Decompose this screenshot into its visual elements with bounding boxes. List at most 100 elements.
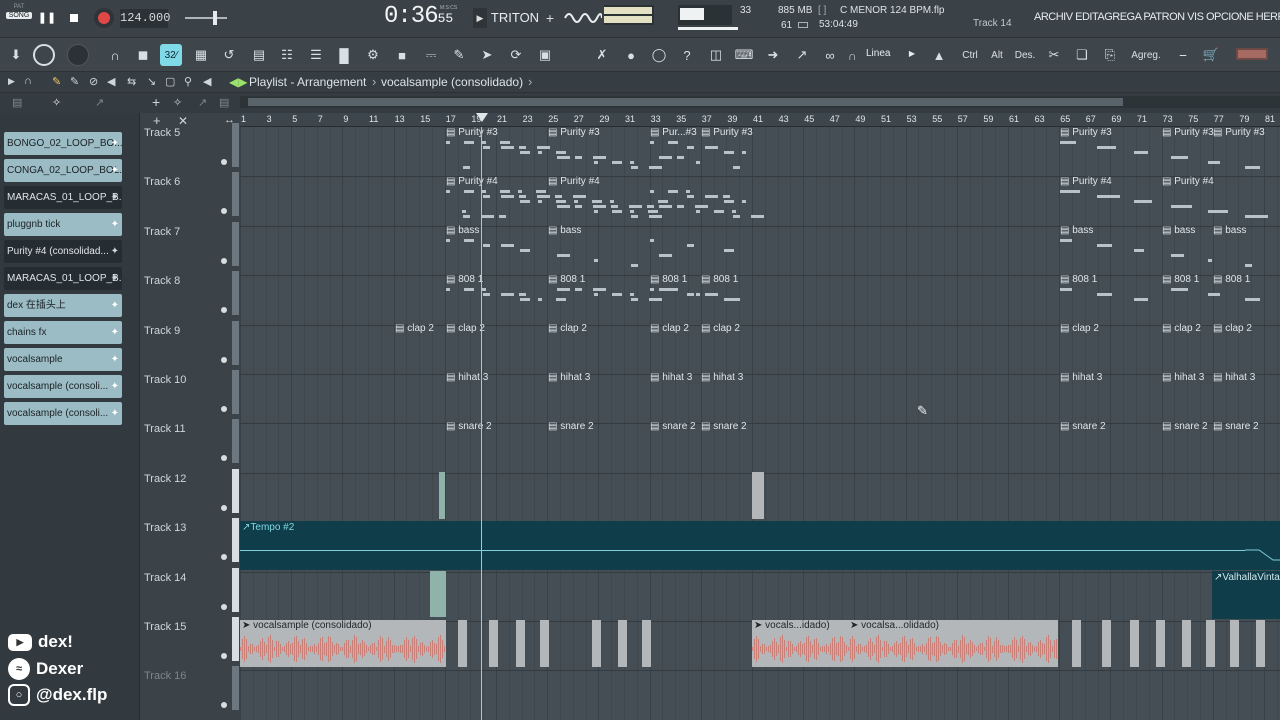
plugin-prev-arrow[interactable]: ▶ bbox=[473, 8, 487, 28]
playhead-marker[interactable] bbox=[476, 113, 488, 122]
stop-button[interactable] bbox=[64, 9, 84, 27]
clip-snare[interactable]: ▤ snare 2 bbox=[1060, 421, 1106, 434]
clip-purity3[interactable]: ▤ Purity #3 bbox=[701, 127, 753, 140]
track-color-bar[interactable] bbox=[232, 221, 239, 266]
cut-icon[interactable]: ✂ bbox=[1043, 44, 1065, 66]
track-header[interactable]: Track 15 bbox=[144, 617, 239, 661]
current-pattern-name[interactable]: vocalsample (consolidado) bbox=[381, 75, 523, 89]
audio-clip-small[interactable] bbox=[439, 472, 445, 519]
snap-select[interactable]: Linea ▶ bbox=[862, 44, 918, 64]
slider-handle[interactable] bbox=[213, 11, 217, 25]
pattern-icon[interactable]: ▤ bbox=[219, 96, 229, 109]
picker-tab-audio[interactable]: ✧ bbox=[52, 96, 72, 110]
clip-808[interactable]: ▤ 808 1 bbox=[1162, 274, 1199, 287]
tempo-automation-clip[interactable]: ↗Tempo #2 bbox=[240, 521, 1280, 570]
slice-tool-icon[interactable]: ↘ bbox=[147, 75, 156, 88]
clip-808[interactable]: ▤ 808 1 bbox=[1213, 274, 1250, 287]
vocal-slice-clip[interactable] bbox=[1102, 620, 1111, 667]
delete-tool-icon[interactable]: ⊘ bbox=[89, 75, 98, 88]
keyboard-icon[interactable]: ⌨ bbox=[733, 44, 755, 66]
track-color-bar[interactable] bbox=[232, 567, 239, 612]
vocal-slice-clip[interactable] bbox=[592, 620, 601, 667]
clip-808[interactable]: ▤ 808 1 bbox=[650, 274, 687, 287]
knob-icon[interactable] bbox=[67, 44, 89, 66]
record-button[interactable] bbox=[94, 8, 114, 28]
add-icon[interactable]: + bbox=[152, 94, 160, 110]
arrow-right-icon[interactable]: ➜ bbox=[762, 44, 784, 66]
wave-step-icon[interactable]: ∩ bbox=[104, 44, 126, 66]
channel-item[interactable]: pluggnb tick ✦ bbox=[4, 213, 122, 236]
channel-item[interactable]: vocalsample (consoli... ✦ bbox=[4, 402, 122, 425]
window-icon[interactable]: ◫ bbox=[705, 44, 727, 66]
mixer-icon[interactable]: █ bbox=[333, 44, 355, 66]
clip-purity3[interactable]: ▤ Purity #3 bbox=[1213, 127, 1265, 140]
track-header[interactable]: Track 7 bbox=[144, 221, 239, 266]
clip-purity3[interactable]: ▤ Purity #3 bbox=[1162, 127, 1214, 140]
vocal-slice-clip[interactable] bbox=[1256, 620, 1265, 667]
track-color-bar[interactable] bbox=[232, 666, 239, 711]
metronome-dial-icon[interactable] bbox=[33, 44, 55, 66]
picker-tab-patterns[interactable]: ▤ bbox=[12, 96, 30, 110]
clip-purity3[interactable]: ▤ Purity #3 bbox=[548, 127, 600, 140]
clip-808[interactable]: ▤ 808 1 bbox=[1060, 274, 1097, 287]
tools-icon[interactable]: ✗ bbox=[591, 44, 613, 66]
plugin-name[interactable]: TRITON bbox=[490, 8, 540, 28]
playlist-toggle-icon[interactable]: ◀▶ bbox=[229, 75, 247, 89]
picker-tab-automation[interactable]: ↗ bbox=[95, 96, 113, 110]
clip-808[interactable]: ▤ 808 1 bbox=[548, 274, 585, 287]
track-mute-led[interactable] bbox=[221, 653, 227, 659]
channel-item[interactable]: vocalsample ✦ bbox=[4, 348, 122, 371]
track-mute-led[interactable] bbox=[221, 208, 227, 215]
clip-bass[interactable]: ▤ bass bbox=[1162, 225, 1195, 238]
channel-item[interactable]: chains fx ✦ bbox=[4, 321, 122, 344]
clip-snare[interactable]: ▤ snare 2 bbox=[446, 421, 492, 434]
fish-icon[interactable]: ➤ bbox=[476, 44, 498, 66]
time-display[interactable]: 0:3655 M:S:CS bbox=[384, 3, 464, 33]
clip-clap[interactable]: ▤ clap 2 bbox=[701, 323, 740, 336]
copy-icon[interactable]: ❏ bbox=[1071, 44, 1093, 66]
clip-clap[interactable]: ▤ clap 2 bbox=[548, 323, 587, 336]
paste-icon[interactable]: ⎘ bbox=[1099, 44, 1121, 66]
vocal-slice-clip[interactable] bbox=[1182, 620, 1191, 667]
track-color-bar[interactable] bbox=[232, 617, 239, 661]
audio-icon[interactable]: ✧ bbox=[173, 96, 182, 109]
track-header[interactable]: Track 8 bbox=[144, 271, 239, 316]
vocal-slice-clip[interactable] bbox=[1072, 620, 1081, 667]
clip-hihat[interactable]: ▤ hihat 3 bbox=[650, 372, 692, 385]
pointer-icon[interactable]: + bbox=[153, 113, 161, 128]
clip-snare[interactable]: ▤ snare 2 bbox=[650, 421, 696, 434]
vocal-slice-clip[interactable] bbox=[540, 620, 549, 667]
horizontal-scrollbar[interactable] bbox=[240, 96, 1280, 108]
alt-key-button[interactable]: Alt bbox=[985, 44, 1009, 66]
scrollbar-thumb[interactable] bbox=[248, 98, 1123, 106]
vocal-clip[interactable]: ➤ vocalsa...olidado) bbox=[848, 620, 1058, 667]
pat-song-toggle[interactable]: PAT SONG bbox=[6, 4, 32, 32]
menu-tools[interactable]: HERRAMIEN bbox=[1256, 11, 1280, 23]
track-mute-led[interactable] bbox=[221, 504, 227, 511]
track-header[interactable]: Track 11 bbox=[144, 419, 239, 464]
help-icon[interactable]: ? bbox=[676, 44, 698, 66]
stamp-icon[interactable]: ▲ bbox=[928, 44, 950, 66]
vocal-slice-clip[interactable] bbox=[1206, 620, 1215, 667]
mute-tool-icon[interactable]: ◀ bbox=[107, 75, 115, 88]
volume-slider-icon[interactable]: ⎯ bbox=[1172, 44, 1194, 66]
typing-keyboard-icon[interactable]: ▦ bbox=[190, 44, 212, 66]
playlist-icon[interactable]: ▤ bbox=[248, 44, 270, 66]
timeline-ruler[interactable]: 1 3 5 7 9 11 13 15 17 19 21 23 25 27 29 31 33 35 37 39 41 43 4… bbox=[240, 113, 1280, 127]
vocal-slice-clip[interactable] bbox=[1156, 620, 1165, 667]
menu-add[interactable]: GREGA bbox=[1104, 11, 1141, 23]
clip-purity3[interactable]: ▤ Purity #3 bbox=[1060, 127, 1112, 140]
track-mute-led[interactable] bbox=[221, 702, 227, 709]
clip-hihat[interactable]: ▤ hihat 3 bbox=[1162, 372, 1204, 385]
audio-clip-small[interactable] bbox=[430, 571, 446, 617]
vocal-slice-clip[interactable] bbox=[516, 620, 525, 667]
vocal-slice-clip[interactable] bbox=[1230, 620, 1239, 667]
paint-tool-icon[interactable]: ✎ bbox=[70, 75, 79, 88]
refresh-icon[interactable]: ⟳ bbox=[505, 44, 527, 66]
vocal-slice-clip[interactable] bbox=[1130, 620, 1139, 667]
cart-icon[interactable]: 🛒 bbox=[1200, 44, 1222, 66]
clip-clap[interactable]: ▤ clap 2 bbox=[446, 323, 485, 336]
clip-hihat[interactable]: ▤ hihat 3 bbox=[701, 372, 743, 385]
track-mute-led[interactable] bbox=[221, 159, 227, 165]
tempo-display[interactable]: 124.000 bbox=[120, 9, 170, 28]
